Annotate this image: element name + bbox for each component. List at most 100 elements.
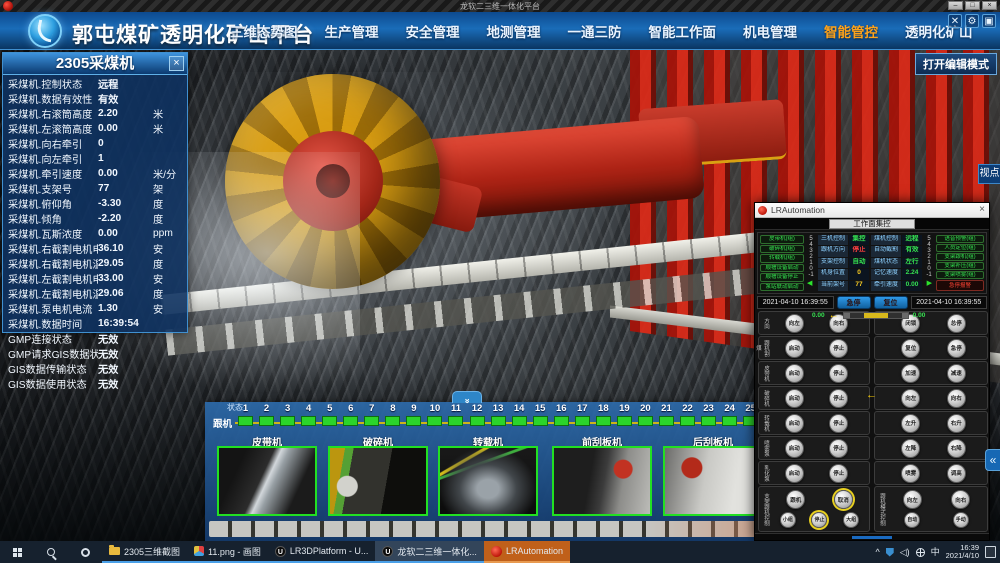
round-button[interactable]: 启动 xyxy=(785,364,804,383)
menu-item-safety[interactable]: 安全管理 xyxy=(406,21,460,41)
round-button[interactable]: 右升 xyxy=(947,414,966,433)
round-button[interactable]: 右降 xyxy=(947,439,966,458)
clock[interactable]: 16:39 2021/4/10 xyxy=(946,544,979,560)
round-button[interactable]: 左升 xyxy=(901,414,920,433)
group-action-button[interactable]: 人员定位(组) xyxy=(936,244,984,252)
round-button[interactable]: 喷雾 xyxy=(901,464,920,483)
support-cell[interactable]: 3 xyxy=(277,403,298,426)
taskbar-item-lrautomation[interactable]: LRAutomation xyxy=(484,541,570,563)
support-cell[interactable]: 20 xyxy=(635,403,656,426)
support-cell[interactable]: 18 xyxy=(593,403,614,426)
group-action-button[interactable]: 顺槽设备停止 xyxy=(760,273,804,282)
round-button[interactable]: 减速 xyxy=(947,364,966,383)
close-icon[interactable]: × xyxy=(979,204,985,215)
open-edit-mode-button[interactable]: 打开编辑模式 xyxy=(915,53,997,75)
menu-item-electromechanical[interactable]: 机电管理 xyxy=(743,21,797,41)
minimize-button[interactable]: – xyxy=(948,1,963,10)
support-cell[interactable]: 1 xyxy=(235,403,256,426)
start-button[interactable] xyxy=(0,541,34,563)
round-button[interactable]: 停止 xyxy=(829,439,848,458)
taskbar-item-paint[interactable]: 11.png - 画图 xyxy=(187,541,268,563)
support-cell[interactable]: 9 xyxy=(403,403,424,426)
support-cell[interactable]: 10 xyxy=(424,403,445,426)
reset-button[interactable]: 复位 xyxy=(874,296,908,309)
support-cell[interactable]: 7 xyxy=(361,403,382,426)
support-cell[interactable]: 17 xyxy=(572,403,593,426)
emergency-alarm-button[interactable]: 急停报警 xyxy=(936,280,984,291)
round-button-selected[interactable]: 停止 xyxy=(811,512,827,528)
menu-item-geology[interactable]: 地测管理 xyxy=(487,21,541,41)
camera-feed-crusher[interactable] xyxy=(328,446,428,516)
support-cell[interactable]: 13 xyxy=(488,403,509,426)
round-button-selected[interactable]: 取消 xyxy=(834,490,853,509)
round-button[interactable]: 启动 xyxy=(785,439,804,458)
group-action-button[interactable]: 支架喷雾(组) xyxy=(936,271,984,279)
group-action-button[interactable]: 泵站联动启动 xyxy=(760,283,804,292)
chevron-down-icon[interactable]: « xyxy=(452,391,482,403)
tray-chevron-icon[interactable]: ^ xyxy=(875,547,879,557)
camera-feed-transfer[interactable] xyxy=(438,446,538,516)
cortana-button[interactable] xyxy=(68,541,102,563)
round-button[interactable]: 急停 xyxy=(947,339,966,358)
round-button[interactable]: 向左 xyxy=(903,490,922,509)
support-cell[interactable]: 16 xyxy=(551,403,572,426)
taskbar-item-screenshot-folder[interactable]: 2305三维截图 xyxy=(102,541,187,563)
support-cell[interactable]: 5 xyxy=(319,403,340,426)
group-action-button[interactable]: 支架跟机(组) xyxy=(936,253,984,261)
round-button[interactable]: 向左 xyxy=(785,314,804,333)
gear-icon[interactable]: ⚙ xyxy=(965,14,979,28)
support-cell[interactable]: 21 xyxy=(656,403,677,426)
ime-indicator[interactable]: 中 xyxy=(931,547,940,557)
round-button[interactable]: 加速 xyxy=(901,364,920,383)
menu-item-production[interactable]: 生产管理 xyxy=(325,21,379,41)
group-action-button[interactable]: 顺槽设备启动 xyxy=(760,264,804,273)
security-shield-icon[interactable] xyxy=(886,548,894,557)
support-cell[interactable]: 12 xyxy=(467,403,488,426)
camera-feed-belt[interactable] xyxy=(217,446,317,516)
group-action-button[interactable]: 皮带机(组) xyxy=(760,235,804,244)
support-cell[interactable]: 19 xyxy=(614,403,635,426)
round-button[interactable]: 停止 xyxy=(829,414,848,433)
group-action-button[interactable]: 支架补压(组) xyxy=(936,262,984,270)
group-action-button[interactable]: 破碎机(组) xyxy=(760,245,804,254)
group-action-button[interactable]: 语音预警(组) xyxy=(936,235,984,243)
viewpoint-tab[interactable]: 视点 xyxy=(978,164,1000,184)
taskbar-item-lr3dplatform[interactable]: U LR3DPlatform - U... xyxy=(268,541,376,563)
network-icon[interactable] xyxy=(916,548,925,557)
collapse-panel-icon[interactable]: « xyxy=(985,449,1000,471)
round-button[interactable]: 向左 xyxy=(901,389,920,408)
support-cell[interactable]: 2 xyxy=(256,403,277,426)
round-button[interactable]: 调高 xyxy=(947,464,966,483)
speaker-icon[interactable]: ◁) xyxy=(900,547,910,557)
support-cell[interactable]: 23 xyxy=(698,403,719,426)
round-button[interactable]: 停止 xyxy=(829,364,848,383)
round-button[interactable]: 自动 xyxy=(904,512,920,528)
round-button[interactable]: 总停 xyxy=(947,314,966,333)
taskbar-item-platform[interactable]: U 龙软二三维一体化... xyxy=(375,541,484,563)
support-cell[interactable]: 8 xyxy=(382,403,403,426)
menu-item-smart-control[interactable]: 智能管控 xyxy=(824,21,878,41)
maximize-button[interactable]: □ xyxy=(965,1,980,10)
group-action-button[interactable]: 转载机(组) xyxy=(760,254,804,263)
support-cell[interactable]: 15 xyxy=(530,403,551,426)
round-button[interactable]: 复位 xyxy=(901,339,920,358)
round-button[interactable]: 启动 xyxy=(785,414,804,433)
support-cell[interactable]: 14 xyxy=(509,403,530,426)
round-button[interactable]: 左降 xyxy=(901,439,920,458)
slider-track[interactable] xyxy=(843,312,909,319)
support-cell[interactable]: 4 xyxy=(298,403,319,426)
round-button[interactable]: 手动 xyxy=(953,512,969,528)
tools-icon[interactable]: ✕ xyxy=(948,14,962,28)
round-button[interactable]: 启动 xyxy=(785,389,804,408)
round-button[interactable]: 启动 xyxy=(785,339,804,358)
menu-item-ventilation[interactable]: 一通三防 xyxy=(568,21,622,41)
camera-feed-rear-scraper[interactable] xyxy=(663,446,762,516)
support-cell[interactable]: 6 xyxy=(340,403,361,426)
menu-item-smart-workface[interactable]: 智能工作面 xyxy=(649,21,717,41)
round-button[interactable]: 启动 xyxy=(785,464,804,483)
round-button[interactable]: 小组 xyxy=(780,512,796,528)
round-button[interactable]: 向右 xyxy=(947,389,966,408)
tab-workface-control[interactable]: 工作面集控 xyxy=(829,219,915,229)
round-button[interactable]: 停止 xyxy=(829,464,848,483)
round-button[interactable]: 大组 xyxy=(843,512,859,528)
